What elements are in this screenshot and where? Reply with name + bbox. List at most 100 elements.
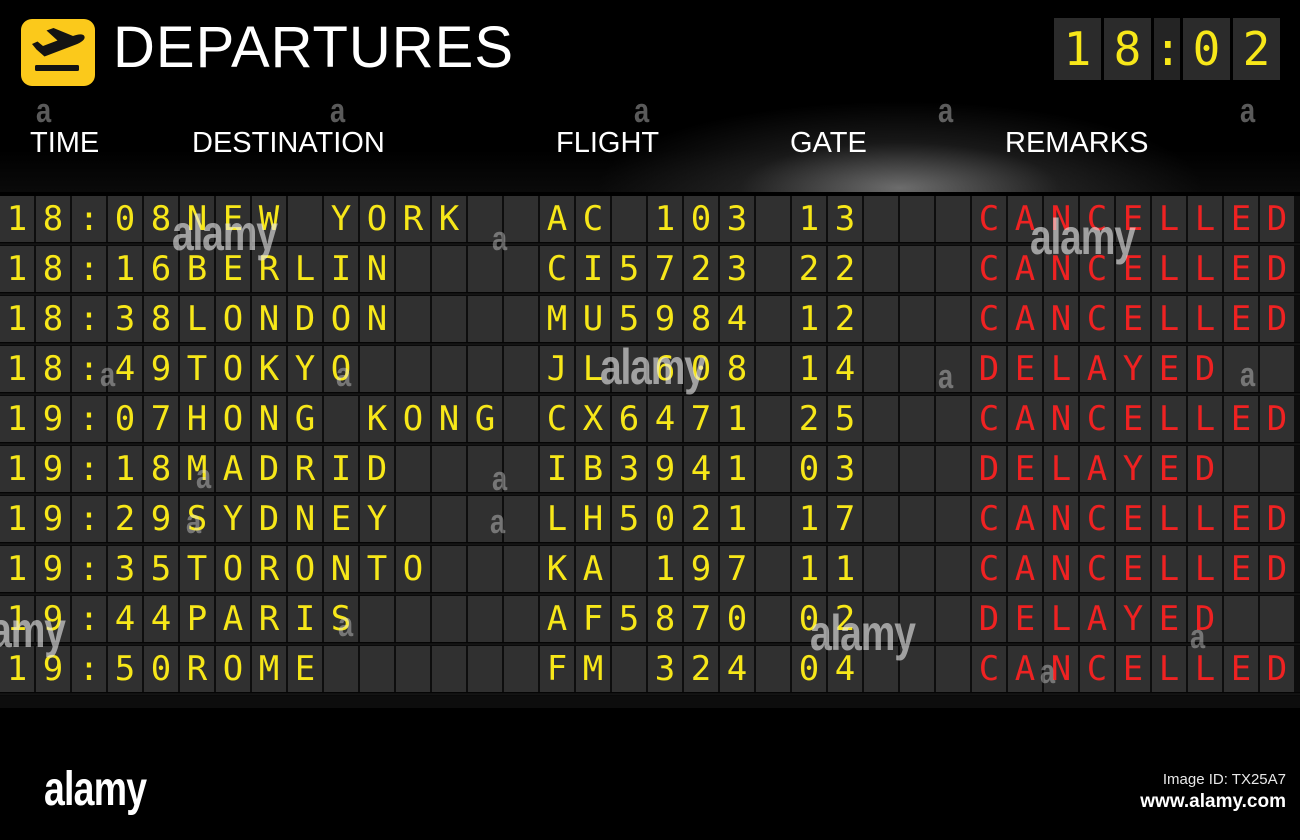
cell-gate: 3	[828, 446, 862, 492]
cell-blank	[864, 496, 898, 542]
cell-remarks: E	[1116, 546, 1150, 592]
cell-remarks: N	[1044, 646, 1078, 692]
cell-time: 4	[108, 346, 142, 392]
watermark-letter: a	[330, 92, 346, 130]
cell-destination: R	[180, 646, 214, 692]
table-row[interactable]: 18:16BERLIN CI5723 22 CANCELLED	[0, 246, 1300, 296]
cell-remarks: E	[1224, 546, 1258, 592]
cell-time: 8	[144, 446, 178, 492]
cell-flight: I	[540, 446, 574, 492]
cell-destination: K	[432, 196, 466, 242]
cell-flight: 3	[720, 246, 754, 292]
cell-remarks: E	[1224, 296, 1258, 342]
cell-flight: 5	[612, 596, 646, 642]
cell-destination: E	[288, 646, 322, 692]
cell-remarks: D	[1260, 496, 1294, 542]
row-divider	[0, 692, 1300, 696]
cell-time: 0	[144, 646, 178, 692]
cell-remarks: Y	[1116, 446, 1150, 492]
table-row[interactable]: 19:50ROME FM 324 04 CANCELLED	[0, 646, 1300, 696]
table-row[interactable]: 19:07HONG KONG CX6471 25 CANCELLED	[0, 396, 1300, 446]
cell-remarks: E	[1116, 196, 1150, 242]
cell-flight	[612, 196, 646, 242]
cell-remarks: A	[1008, 646, 1042, 692]
cell-remarks: C	[972, 246, 1006, 292]
cell-flight: 3	[720, 196, 754, 242]
cell-remarks: C	[972, 196, 1006, 242]
cell-destination: N	[432, 396, 466, 442]
cell-flight: X	[576, 396, 610, 442]
cell-flight: 0	[684, 196, 718, 242]
table-row[interactable]: 18:49TOKYO JL 608 14 DELAYED	[0, 346, 1300, 396]
cell-gate: 7	[828, 496, 862, 542]
cell-time: 8	[144, 296, 178, 342]
cell-time: 5	[108, 646, 142, 692]
watermark-letter: a	[938, 92, 954, 130]
cell-flight: A	[576, 546, 610, 592]
cell-remarks: D	[972, 446, 1006, 492]
table-row[interactable]: 19:29SYDNEY LH5021 17 CANCELLED	[0, 496, 1300, 546]
cell-destination: I	[288, 596, 322, 642]
cell-flight: 8	[720, 346, 754, 392]
airplane-departure-icon	[21, 19, 95, 86]
table-row[interactable]: 18:08NEW YORK AC 103 13 CANCELLED	[0, 196, 1300, 246]
cell-flight: 3	[648, 646, 682, 692]
cell-remarks: E	[1224, 496, 1258, 542]
cell-gate: 1	[792, 546, 826, 592]
cell-gate: 1	[792, 196, 826, 242]
cell-flight: 0	[720, 596, 754, 642]
cell-time: 9	[36, 396, 70, 442]
cell-time: :	[72, 496, 106, 542]
cell-remarks: D	[972, 346, 1006, 392]
cell-remarks: L	[1188, 496, 1222, 542]
cell-remarks: L	[1152, 196, 1186, 242]
cell-flight: 0	[684, 346, 718, 392]
cell-blank	[324, 646, 358, 692]
watermark-letter: a	[36, 92, 52, 130]
cell-time: 4	[108, 596, 142, 642]
cell-blank	[936, 346, 970, 392]
table-row[interactable]: 19:35TORONTO KA 197 11 CANCELLED	[0, 546, 1300, 596]
cell-destination: N	[288, 496, 322, 542]
cell-time: :	[72, 246, 106, 292]
cell-time: 8	[36, 246, 70, 292]
cell-gate: 2	[828, 596, 862, 642]
cell-remarks: L	[1044, 346, 1078, 392]
cell-remarks: L	[1152, 396, 1186, 442]
cell-time: 1	[0, 646, 34, 692]
cell-time: 8	[144, 196, 178, 242]
cell-blank	[864, 646, 898, 692]
cell-blank	[756, 396, 790, 442]
cell-remarks: L	[1188, 296, 1222, 342]
column-header-destination: DESTINATION	[192, 127, 385, 159]
cell-blank	[936, 246, 970, 292]
cell-remarks: N	[1044, 546, 1078, 592]
cell-blank	[756, 596, 790, 642]
cell-blank	[756, 546, 790, 592]
cell-time: :	[72, 446, 106, 492]
cell-blank	[396, 296, 430, 342]
cell-blank	[864, 446, 898, 492]
cell-gate: 5	[828, 396, 862, 442]
table-row[interactable]: 19:44PARIS AF5870 02 DELAYED	[0, 596, 1300, 646]
cell-blank	[432, 446, 466, 492]
cell-blank	[504, 396, 538, 442]
cell-blank	[900, 596, 934, 642]
cell-remarks: N	[1044, 496, 1078, 542]
cell-flight	[612, 346, 646, 392]
cell-blank	[432, 546, 466, 592]
page-title: DEPARTURES	[113, 15, 515, 80]
cell-gate: 0	[792, 646, 826, 692]
table-row[interactable]: 19:18MADRID IB3941 03 DELAYED	[0, 446, 1300, 496]
cell-remarks: E	[1152, 596, 1186, 642]
cell-time: 3	[108, 546, 142, 592]
cell-gate: 2	[792, 246, 826, 292]
watermark-letter: a	[634, 92, 650, 130]
cell-blank	[432, 296, 466, 342]
cell-blank	[396, 346, 430, 392]
cell-blank	[1260, 596, 1294, 642]
cell-blank	[936, 546, 970, 592]
cell-flight: J	[540, 346, 574, 392]
cell-destination: O	[216, 346, 250, 392]
table-row[interactable]: 18:38LONDON MU5984 12 CANCELLED	[0, 296, 1300, 346]
